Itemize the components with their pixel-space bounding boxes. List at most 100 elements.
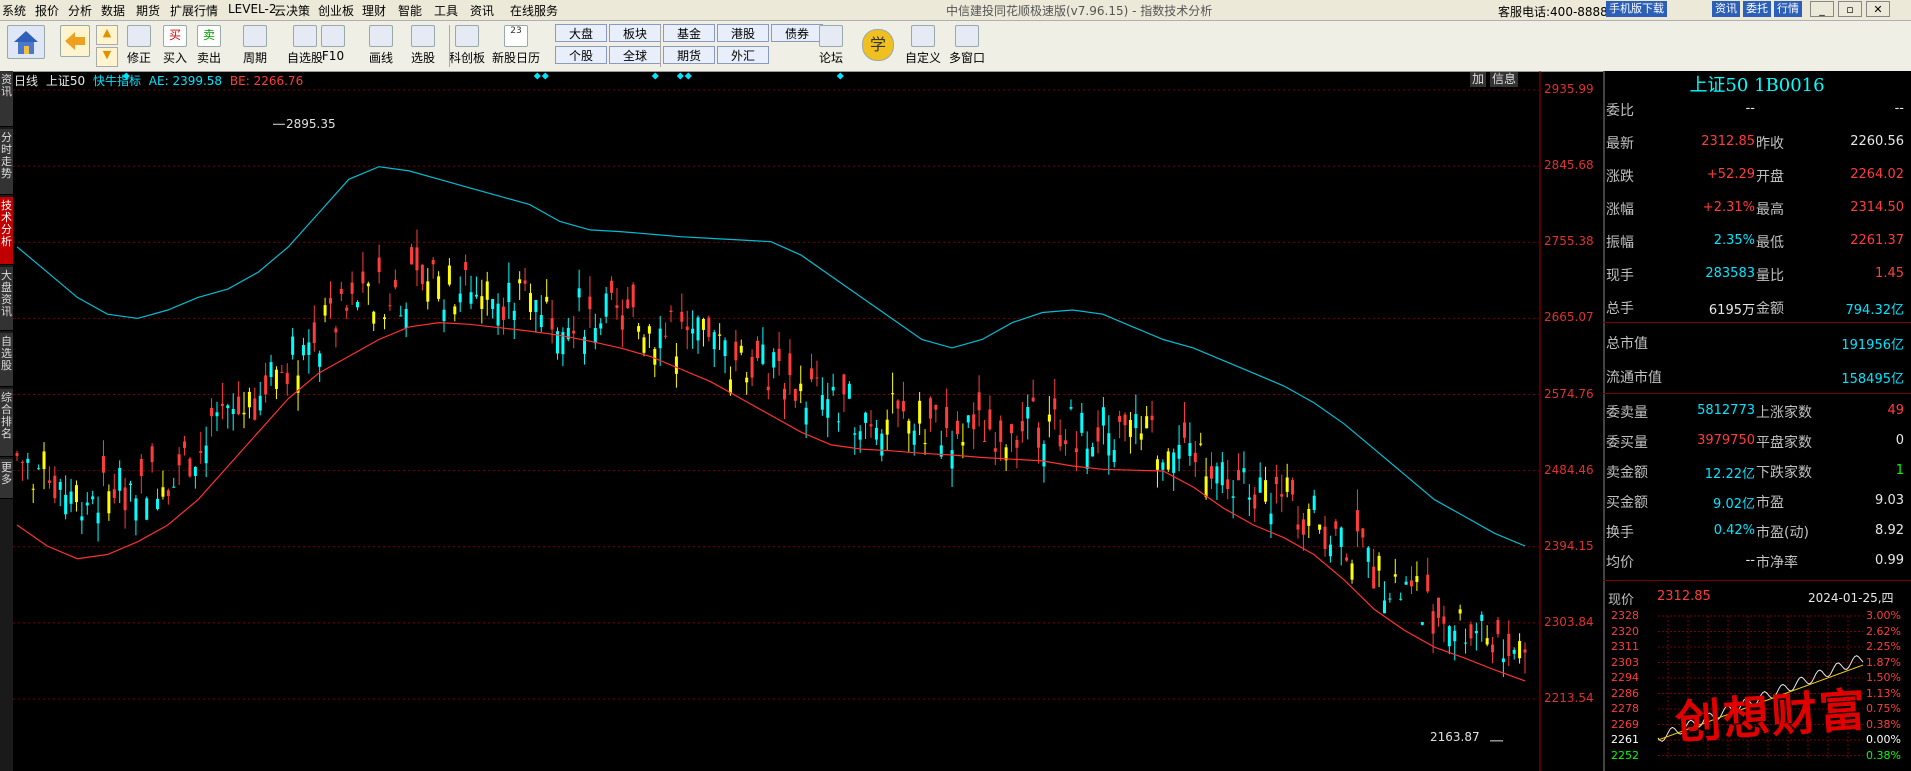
menu-12[interactable]: 资讯 xyxy=(470,2,494,19)
mini-left-tick: 2320 xyxy=(1611,624,1639,638)
tool-doc[interactable]: F10 xyxy=(318,23,348,69)
candle-body xyxy=(658,328,662,349)
scroll-buttons[interactable]: ▲ ▼ xyxy=(96,23,118,69)
menu-4[interactable]: 期货 xyxy=(136,2,160,19)
market-cap-value: 158495亿 xyxy=(1841,372,1904,387)
menu-5[interactable]: 扩展行情 xyxy=(170,2,218,19)
candle-body xyxy=(653,349,657,365)
calendar-icon: 23 xyxy=(504,25,528,47)
candle-body xyxy=(982,440,986,442)
tool-filter[interactable]: 选股 xyxy=(402,23,444,69)
candle-body xyxy=(772,352,776,368)
quote-label: 昨收 xyxy=(1756,136,1784,152)
candle-body xyxy=(96,512,100,524)
tool-window[interactable]: 多窗口 xyxy=(946,23,988,69)
price-tick: 2213.54 xyxy=(1544,691,1594,705)
tool-refresh[interactable]: 修正 xyxy=(124,23,154,69)
quote-label: 卖金额 xyxy=(1606,465,1648,481)
menu-1[interactable]: 报价 xyxy=(35,2,59,19)
left-tab-1[interactable]: 分时走势 xyxy=(0,129,13,195)
candle-body xyxy=(528,293,532,312)
minimize-button[interactable]: _ xyxy=(1810,1,1834,17)
left-tab-0[interactable]: 资讯 xyxy=(0,71,13,127)
candle-body xyxy=(1199,443,1203,445)
tool-learn[interactable]: 学 xyxy=(857,23,899,69)
candle-body xyxy=(1193,452,1197,463)
market-button-5[interactable]: 个股 xyxy=(555,46,607,64)
menu-13[interactable]: 在线服务 xyxy=(510,2,558,19)
divider xyxy=(1603,580,1911,581)
candle-body xyxy=(139,458,143,477)
tool-grid[interactable]: 科创板 xyxy=(446,23,488,69)
candle-body xyxy=(972,414,976,430)
candle-body xyxy=(258,395,262,411)
candle-body xyxy=(523,280,527,284)
menu-6[interactable]: LEVEL-2 xyxy=(228,2,277,16)
menu-9[interactable]: 理财 xyxy=(362,2,386,19)
menu-7[interactable]: 云决策 xyxy=(274,2,310,19)
tool-sell[interactable]: 卖卖出 xyxy=(194,23,224,69)
candle-body xyxy=(447,265,451,285)
tool-forum[interactable]: 论坛 xyxy=(810,23,852,69)
menu-11[interactable]: 工具 xyxy=(434,2,458,19)
tool-calendar[interactable]: 23 新股日历 xyxy=(490,23,542,69)
news-button[interactable]: 资讯 xyxy=(1712,1,1740,17)
up-arrow-icon[interactable]: ▲ xyxy=(96,25,118,45)
quote-button[interactable]: 行情 xyxy=(1774,1,1802,17)
candle-body xyxy=(1161,462,1165,470)
market-button-3[interactable]: 港股 xyxy=(717,24,769,42)
market-button-1[interactable]: 板块 xyxy=(609,24,661,42)
candle-body xyxy=(80,516,84,521)
candle-body xyxy=(1496,619,1500,635)
left-tab-2[interactable]: 技术分析 xyxy=(0,197,13,265)
market-button-8[interactable]: 外汇 xyxy=(717,46,769,64)
signal-marker xyxy=(836,72,844,80)
menu-2[interactable]: 分析 xyxy=(68,2,92,19)
tool-custom[interactable]: 自定义 xyxy=(902,23,944,69)
candle-body xyxy=(1226,479,1230,490)
mini-right-tick: 0.75% xyxy=(1866,702,1901,715)
candle-body xyxy=(215,412,219,417)
market-button-0[interactable]: 大盘 xyxy=(555,24,607,42)
price-tick: 2574.76 xyxy=(1544,386,1594,401)
down-arrow-icon[interactable]: ▼ xyxy=(96,47,118,67)
left-tab-6[interactable]: 更多 xyxy=(0,459,13,499)
mobile-download-button[interactable]: 手机版下载 xyxy=(1606,1,1667,17)
market-button-7[interactable]: 期货 xyxy=(663,46,715,64)
candle-body xyxy=(226,405,230,409)
candle-body xyxy=(718,334,722,336)
home-button[interactable] xyxy=(4,23,48,69)
left-tab-5[interactable]: 综合排名 xyxy=(0,389,13,457)
tool-buy[interactable]: 买买入 xyxy=(160,23,190,69)
close-button[interactable]: ✕ xyxy=(1866,1,1890,17)
candle-body xyxy=(1312,495,1316,510)
quote-label: 量比 xyxy=(1756,268,1784,284)
candle-body xyxy=(610,280,614,293)
menu-0[interactable]: 系统 xyxy=(2,2,26,19)
market-button-6[interactable]: 全球 xyxy=(609,46,661,64)
market-button-2[interactable]: 基金 xyxy=(663,24,715,42)
quote-value: 794.32亿 xyxy=(1845,303,1905,318)
candle-body xyxy=(393,279,397,288)
left-tab-4[interactable]: 自选股 xyxy=(0,333,13,387)
menu-8[interactable]: 创业板 xyxy=(318,2,354,19)
quote-label: 振幅 xyxy=(1606,235,1634,251)
mini-right-tick: 3.00% xyxy=(1866,609,1901,622)
menu-10[interactable]: 智能 xyxy=(398,2,422,19)
candle-body xyxy=(637,326,641,332)
candle-body xyxy=(1139,433,1143,440)
candlestick-chart[interactable] xyxy=(13,71,1603,771)
back-button[interactable] xyxy=(60,23,90,69)
tool-clock[interactable]: 周期 xyxy=(232,23,278,69)
candle-body xyxy=(37,468,41,470)
market-cap-label: 流通市值 xyxy=(1606,370,1662,386)
menu-3[interactable]: 数据 xyxy=(101,2,125,19)
tool-pencil[interactable]: 画线 xyxy=(360,23,402,69)
candle-body xyxy=(1301,519,1305,535)
candle-body xyxy=(745,377,749,383)
candle-body xyxy=(1420,622,1424,625)
trade-button[interactable]: 委托 xyxy=(1743,1,1771,17)
candle-body xyxy=(928,398,932,419)
maximize-button[interactable]: ▫ xyxy=(1838,1,1862,17)
left-tab-3[interactable]: 大盘资讯 xyxy=(0,267,13,331)
